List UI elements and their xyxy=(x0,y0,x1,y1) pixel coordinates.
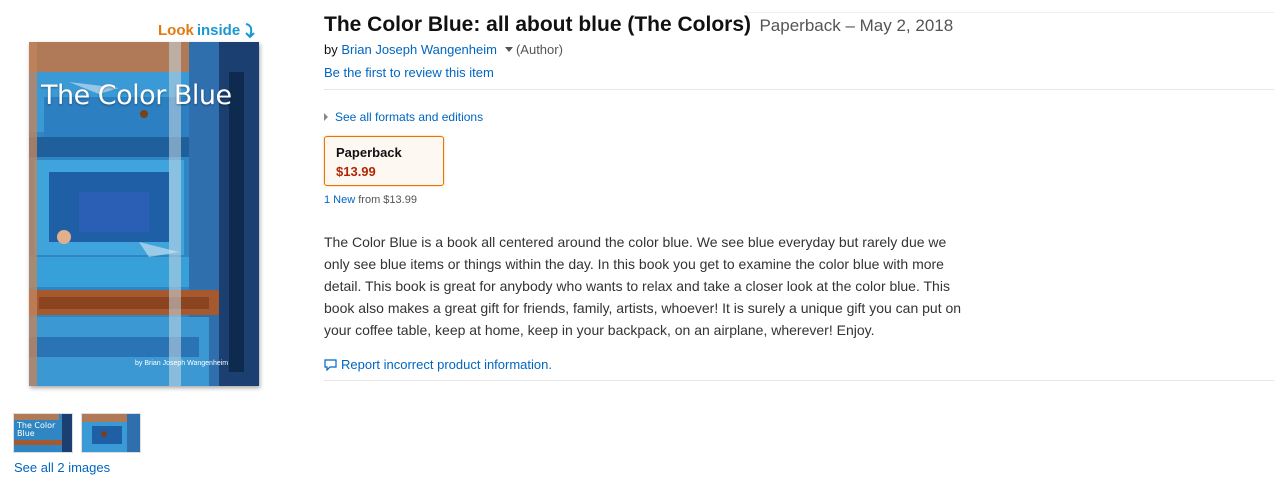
new-offers-link[interactable]: 1 New xyxy=(324,194,355,206)
look-inside-badge[interactable]: Look inside xyxy=(158,22,257,39)
format-price: $13.99 xyxy=(336,164,376,179)
see-all-formats-link[interactable]: See all formats and editions xyxy=(335,110,483,124)
thumbnail-cover[interactable]: The Color Blue xyxy=(13,413,73,453)
format-name: Paperback xyxy=(336,145,402,160)
thumbnail-cover-title: The Color Blue xyxy=(17,421,56,438)
see-all-formats-toggle[interactable]: See all formats and editions xyxy=(324,110,483,124)
byline: by Brian Joseph Wangenheim (Author) xyxy=(324,42,563,57)
divider xyxy=(324,380,1274,381)
cover-author-text: by Brian Joseph Wangenheim xyxy=(135,360,229,367)
binding-and-date: Paperback – May 2, 2018 xyxy=(759,16,954,35)
thumbnail-detail-artwork xyxy=(82,414,140,452)
divider xyxy=(324,89,1274,90)
look-inside-look-text: Look xyxy=(158,22,194,39)
expand-triangle-icon xyxy=(324,113,328,121)
comment-icon xyxy=(324,358,337,371)
write-review-link[interactable]: Be the first to review this item xyxy=(324,65,494,80)
thumbnail-detail[interactable] xyxy=(81,413,141,453)
book-cover-image[interactable]: The Color Blue by Brian Joseph Wangenhei… xyxy=(29,42,259,386)
book-description: The Color Blue is a book all centered ar… xyxy=(324,234,962,338)
format-swatch-paperback[interactable]: Paperback $13.99 xyxy=(324,136,444,186)
report-incorrect-info[interactable]: Report incorrect product information. xyxy=(324,357,552,372)
author-dropdown-icon[interactable] xyxy=(504,47,513,53)
title-row: The Color Blue: all about blue (The Colo… xyxy=(324,13,953,37)
author-role: (Author) xyxy=(515,42,563,57)
offers-line: 1 New from $13.99 xyxy=(324,194,417,206)
curved-down-arrow-icon xyxy=(243,22,257,39)
look-inside-inside-text: inside xyxy=(196,22,241,39)
product-title: The Color Blue: all about blue (The Colo… xyxy=(324,13,752,36)
byline-prefix: by xyxy=(324,42,338,57)
author-link[interactable]: Brian Joseph Wangenheim xyxy=(341,42,497,57)
cover-title-text: The Color Blue xyxy=(41,80,232,111)
offers-from-text: from $13.99 xyxy=(358,194,417,206)
see-all-images-link[interactable]: See all 2 images xyxy=(14,460,110,475)
report-incorrect-info-link[interactable]: Report incorrect product information. xyxy=(341,357,552,372)
